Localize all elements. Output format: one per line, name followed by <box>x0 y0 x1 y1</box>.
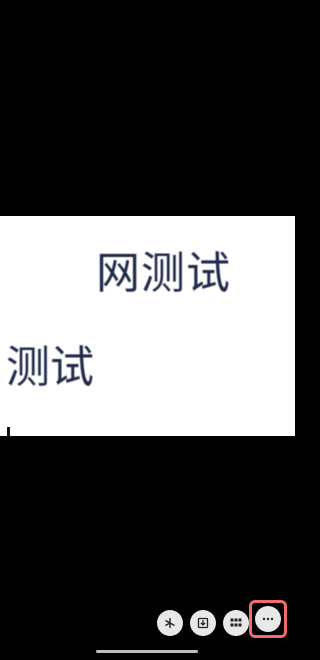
image-viewer: 网站网测试 测试 <box>0 0 295 660</box>
grid-icon <box>230 618 242 628</box>
text-caret <box>7 427 10 436</box>
apps-button[interactable] <box>223 610 249 636</box>
visible-text: 网测试 <box>96 248 231 299</box>
sparkle-button[interactable] <box>157 610 183 636</box>
home-indicator[interactable] <box>96 650 198 653</box>
sparkle-icon <box>164 617 176 629</box>
obscured-text: 网站 <box>6 248 96 299</box>
photo-content: 网站网测试 测试 <box>0 216 295 436</box>
more-button[interactable] <box>255 606 281 632</box>
download-button[interactable] <box>190 610 216 636</box>
photo-text-line-1: 网站网测试 <box>6 244 231 304</box>
more-icon <box>262 617 274 621</box>
download-icon <box>197 617 209 629</box>
photo-text-line-2: 测试 <box>6 342 94 393</box>
more-button-highlight <box>249 600 287 638</box>
